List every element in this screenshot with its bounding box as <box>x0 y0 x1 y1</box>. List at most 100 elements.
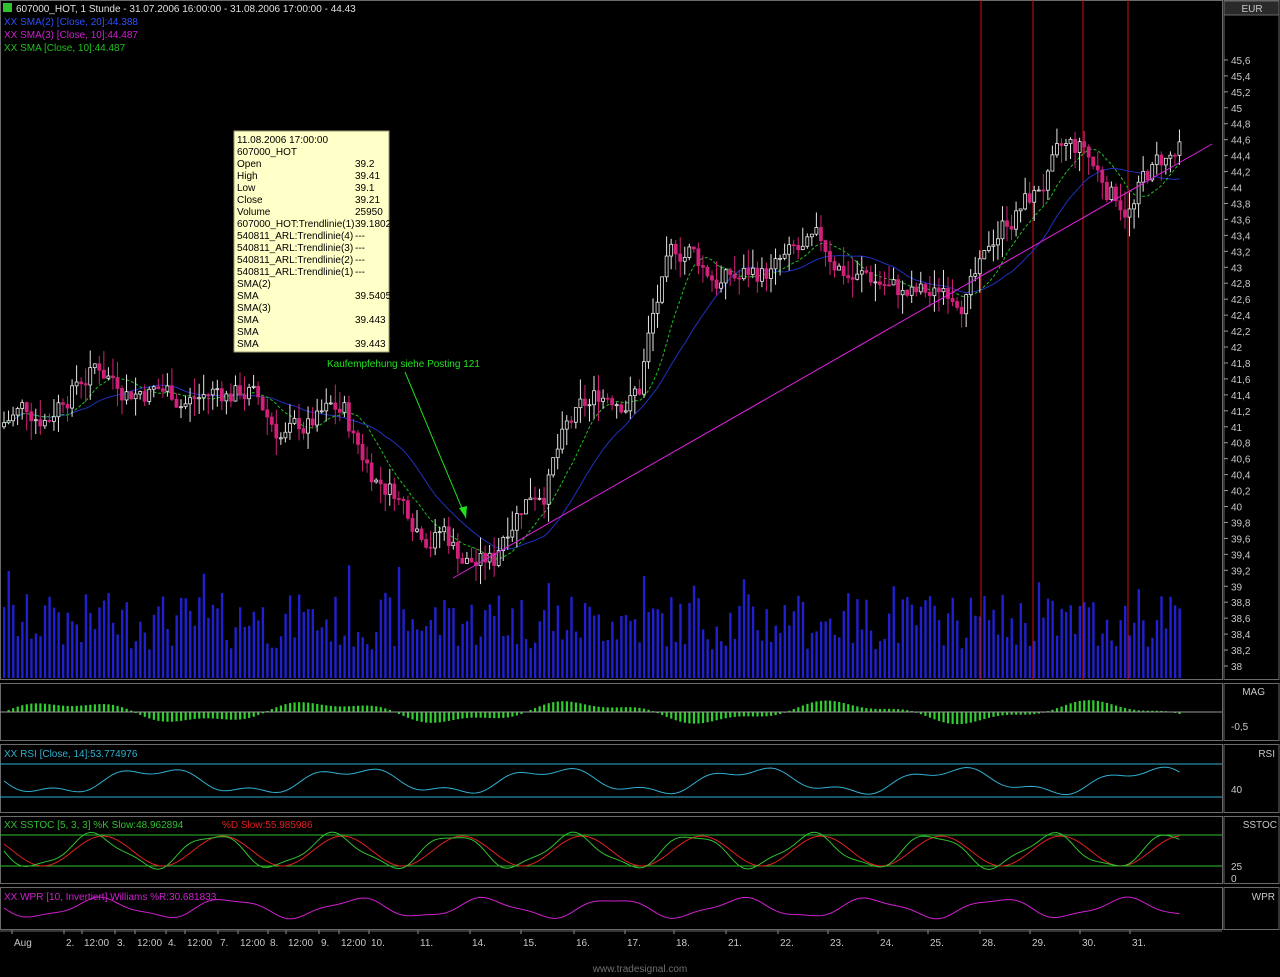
volume-bar <box>1065 611 1068 678</box>
mag-bar <box>511 712 514 717</box>
candle-body <box>147 388 152 402</box>
volume-bar <box>624 615 628 678</box>
candle-body <box>424 539 428 548</box>
volume-bar <box>1042 617 1045 678</box>
candle-body <box>728 269 733 275</box>
mag-bar <box>243 712 246 719</box>
x-axis-label: 3. <box>117 938 125 949</box>
volume-bar <box>25 594 29 678</box>
price-tick-label: 40,6 <box>1231 455 1251 466</box>
tooltip-value: 39.21 <box>355 195 380 206</box>
volume-bar <box>234 627 237 678</box>
candle-body <box>560 428 565 450</box>
volume-bar <box>888 613 891 678</box>
candle-body <box>247 386 251 400</box>
candle-body <box>437 531 442 534</box>
price-tick-label: 43,6 <box>1231 215 1251 226</box>
x-axis-label: 29. <box>1032 938 1046 949</box>
candle-body <box>61 402 65 405</box>
candle-body <box>642 361 646 395</box>
mag-bar <box>951 712 954 724</box>
volume-bar <box>12 604 15 678</box>
candle-body <box>11 414 15 422</box>
mag-bar <box>829 700 832 713</box>
candle-body <box>505 536 510 539</box>
mag-bar <box>937 712 941 721</box>
mag-bar <box>288 703 292 713</box>
tooltip-label: Volume <box>237 207 271 218</box>
volume-bar <box>116 634 119 678</box>
candle-body <box>664 255 669 278</box>
candle-body <box>478 552 483 566</box>
candle-body <box>823 240 828 252</box>
volume-bar <box>311 609 315 678</box>
mag-bar <box>198 712 201 719</box>
mag-bar <box>747 712 750 717</box>
tooltip-label: Open <box>237 159 261 170</box>
volume-bar <box>760 640 764 678</box>
volume-bar <box>711 649 714 678</box>
candle-body <box>578 398 583 409</box>
volume-bar <box>1137 589 1141 678</box>
volume-bar <box>384 592 387 678</box>
mag-bar <box>987 712 991 718</box>
volume-bar <box>161 596 165 678</box>
candle-body <box>1082 141 1087 148</box>
volume-bar <box>824 621 827 678</box>
candle-body <box>1168 154 1173 159</box>
volume-bar <box>951 597 954 678</box>
mag-bar <box>157 712 160 721</box>
candle-body <box>415 528 419 532</box>
mag-bar <box>152 712 155 720</box>
candle-body <box>219 388 224 402</box>
tooltip-value: 39.1802 <box>355 219 392 230</box>
volume-bar <box>502 635 505 678</box>
volume-bar <box>810 632 814 678</box>
price-tick-label: 39,2 <box>1231 566 1251 577</box>
candle-body <box>1145 170 1150 181</box>
legend-entry: XX SMA(2) [Close, 20]:44.388 <box>4 17 138 28</box>
volume-bar <box>316 630 319 678</box>
volume-bar <box>370 649 374 678</box>
tooltip-value: --- <box>355 255 365 266</box>
volume-bar <box>606 640 610 678</box>
legend-entry: XX SMA [Close, 10]:44.487 <box>4 43 126 54</box>
mag-bar <box>674 712 677 721</box>
tooltip-value: 25950 <box>355 207 383 218</box>
mag-bar <box>493 712 496 719</box>
candle-body <box>873 281 878 284</box>
mag-bar <box>515 712 519 716</box>
candle-body <box>88 367 93 386</box>
volume-bar <box>402 609 405 678</box>
candle-body <box>129 391 133 400</box>
candle-body <box>973 273 978 277</box>
candle-body <box>446 526 451 546</box>
mag-bar <box>756 712 759 717</box>
volume-bar <box>252 611 256 678</box>
volume-bar <box>661 613 664 678</box>
mag-bar <box>98 704 101 713</box>
rsi-legend: XX RSI [Close, 14]:53.774976 <box>4 749 138 760</box>
mag-bar <box>801 705 804 713</box>
candle-body <box>197 397 202 400</box>
mag-bar <box>770 712 773 716</box>
mag-bar <box>479 712 482 718</box>
candle-body <box>632 388 637 397</box>
candle-body <box>233 385 238 402</box>
candle-body <box>433 532 438 549</box>
price-tick-label: 44,6 <box>1231 136 1251 147</box>
volume-bar <box>1124 605 1127 678</box>
candle-body <box>396 498 401 500</box>
candle-body <box>800 245 805 251</box>
candle-body <box>469 557 474 563</box>
mag-bar <box>143 712 146 717</box>
candle-body <box>6 420 11 424</box>
mag-bar <box>366 705 369 713</box>
candle-body <box>1045 170 1050 191</box>
volume-bar <box>1146 646 1150 678</box>
volume-bar <box>520 599 523 678</box>
price-tick-label: 41 <box>1231 423 1243 434</box>
volume-bar <box>947 613 950 678</box>
candle-body <box>224 393 229 402</box>
mag-bar <box>62 705 65 713</box>
